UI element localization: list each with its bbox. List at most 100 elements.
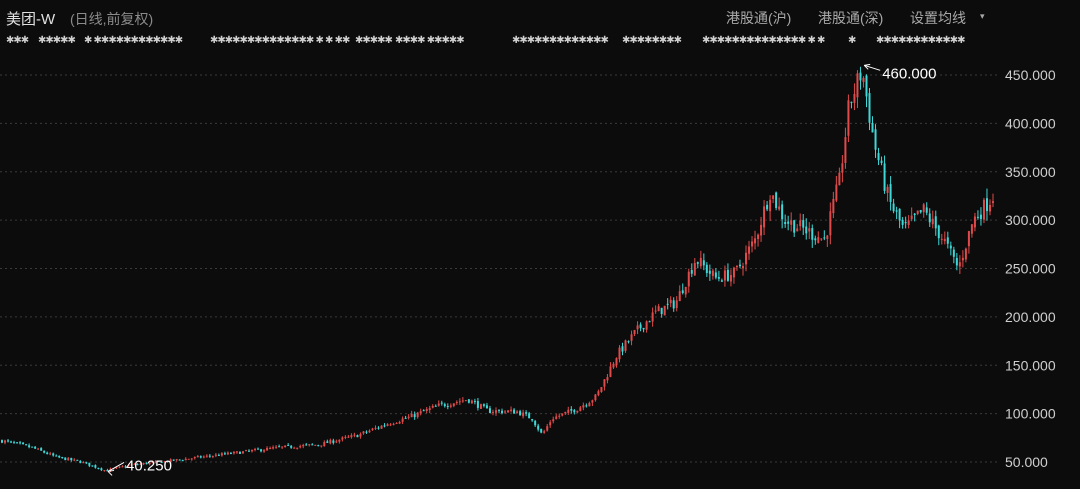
candle-body (326, 441, 329, 443)
candle-body (582, 405, 585, 408)
candle-body (211, 456, 214, 458)
candle-body (25, 444, 28, 446)
candle-body (958, 262, 961, 267)
candle-body (4, 440, 7, 443)
candle-body (528, 413, 531, 419)
candle-body (766, 204, 769, 210)
candle-body (856, 73, 859, 98)
candle-body (669, 299, 672, 304)
candle-body (892, 203, 895, 212)
candles (1, 66, 994, 473)
candle-body (829, 211, 832, 236)
candle-body (928, 213, 931, 223)
candle-body (835, 184, 838, 201)
candle-body (790, 220, 793, 225)
candle-body (612, 363, 615, 368)
candle-body (455, 402, 458, 404)
candle-body (805, 226, 808, 234)
candle-body (401, 418, 404, 422)
candle-body (238, 451, 241, 454)
candle-body (323, 441, 326, 447)
candle-body (817, 237, 820, 243)
candle-body (555, 416, 558, 420)
candle-body (549, 422, 552, 426)
candle-body (425, 408, 428, 412)
candle-body (943, 239, 946, 242)
candle-body (537, 425, 540, 430)
candle-body (760, 224, 763, 236)
candle-body (13, 442, 16, 444)
candle-body (853, 93, 856, 103)
candle-body (217, 454, 220, 456)
candle-body (850, 101, 853, 103)
candle-body (910, 215, 913, 220)
candle-body (67, 458, 70, 461)
candle-body (419, 411, 422, 414)
candle-body (793, 220, 796, 233)
candle-body (696, 262, 699, 264)
candle-body (859, 72, 862, 81)
candle-body (467, 399, 470, 403)
candle-body (410, 413, 413, 418)
candle-body (494, 410, 497, 413)
candle-body (64, 457, 67, 461)
candle-body (883, 163, 886, 191)
candle-body (925, 207, 928, 213)
candle-body (627, 341, 630, 343)
candle-body (22, 442, 25, 445)
candle-body (955, 257, 958, 266)
candle-body (350, 435, 353, 438)
candle-body (717, 277, 720, 279)
y-tick-label: 300.000 (1005, 212, 1056, 228)
candle-body (871, 122, 874, 133)
candle-body (781, 204, 784, 220)
candle-body (329, 439, 332, 444)
candle-body (603, 379, 606, 387)
candle-body (335, 441, 338, 443)
candle-body (498, 409, 501, 411)
candle-body (281, 446, 284, 448)
candle-body (745, 252, 748, 265)
candle-body (344, 436, 347, 438)
price-chart[interactable]: 50.000 100.000 150.000 200.000 250.000 300.00… (0, 0, 1080, 489)
candle-body (356, 435, 359, 438)
candle-body (898, 208, 901, 221)
candle-body (976, 216, 979, 218)
candle-body (187, 458, 190, 460)
candle-body (428, 408, 431, 410)
candle-body (621, 346, 624, 352)
candle-body (642, 327, 645, 330)
candle-body (1, 440, 3, 443)
candle-body (184, 458, 187, 461)
candle-body (229, 452, 232, 454)
candle-body (877, 153, 880, 161)
y-tick-label: 350.000 (1005, 164, 1056, 180)
candle-body (485, 405, 488, 409)
candle-body (874, 129, 877, 150)
candle-body (732, 267, 735, 278)
candle-body (594, 394, 597, 401)
candle-body (639, 324, 642, 329)
candle-body (922, 204, 925, 213)
candle-body (55, 455, 58, 457)
candle-body (618, 347, 621, 360)
candle-body (862, 77, 865, 83)
candle-body (10, 441, 13, 443)
candle-body (979, 214, 982, 219)
candle-body (190, 458, 193, 460)
candle-body (284, 445, 287, 448)
candle-body (654, 310, 657, 312)
candle-body (220, 453, 223, 456)
candle-body (787, 221, 790, 224)
candle-body (904, 222, 907, 224)
candle-body (802, 220, 805, 228)
candle-body (940, 238, 943, 240)
candle-body (723, 270, 726, 281)
candle-body (362, 431, 365, 434)
candle-body (82, 462, 85, 464)
candle-body (630, 334, 633, 341)
candle-body (377, 427, 380, 429)
candle-body (880, 160, 883, 163)
candle-body (226, 452, 229, 455)
candle-body (251, 450, 254, 452)
